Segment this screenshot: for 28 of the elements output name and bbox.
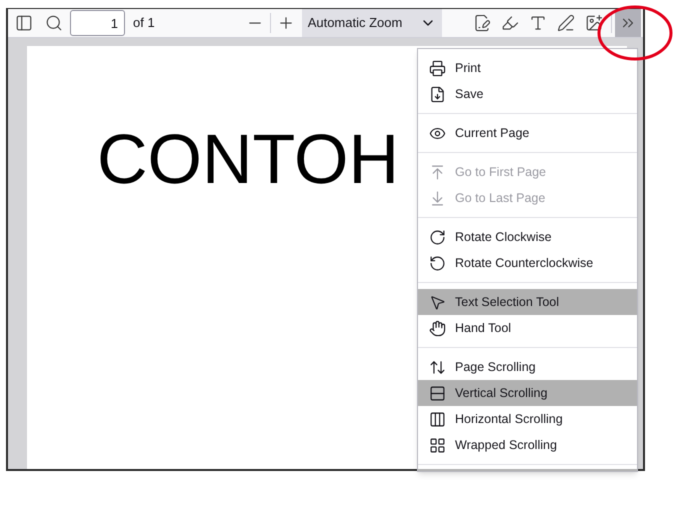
menu-item[interactable]: Vertical Scrolling [418,380,637,406]
more-tools-button[interactable] [615,9,641,37]
printer-icon [429,60,446,76]
menu-item[interactable]: Save [418,81,637,107]
page-scroll-icon [429,358,446,376]
horizontal-scroll-icon [429,410,446,428]
cursor-icon [429,294,446,310]
vertical-scroll-icon [429,384,446,402]
document-heading: CONTOH [97,120,400,198]
menu-item[interactable]: Rotate Counterclockwise [418,250,637,276]
zoom-select[interactable]: Automatic Zoom [302,9,442,37]
menu-item[interactable]: Hand Tool [418,315,637,341]
page-number-field[interactable]: 1 [70,10,125,36]
menu-item[interactable]: Rotate Clockwise [418,224,637,250]
menu-item[interactable]: Page Scrolling [418,354,637,380]
save-icon [429,86,446,102]
menu-item[interactable]: Wrapped Scrolling [418,432,637,458]
rotate-counterclockwise-icon [429,254,446,272]
menu-item[interactable]: Horizontal Scrolling [418,406,637,432]
page-count: of 1 [133,14,155,32]
menu-item[interactable]: Current Page [418,120,637,146]
wrapped-scroll-icon [429,436,446,454]
hand-icon [429,320,446,336]
menu-item[interactable]: Text Selection Tool [418,289,637,315]
arrow-down-icon [429,190,446,206]
menu-item[interactable]: Print [418,55,637,81]
rotate-clockwise-icon [429,228,446,246]
arrow-up-icon [429,164,446,180]
